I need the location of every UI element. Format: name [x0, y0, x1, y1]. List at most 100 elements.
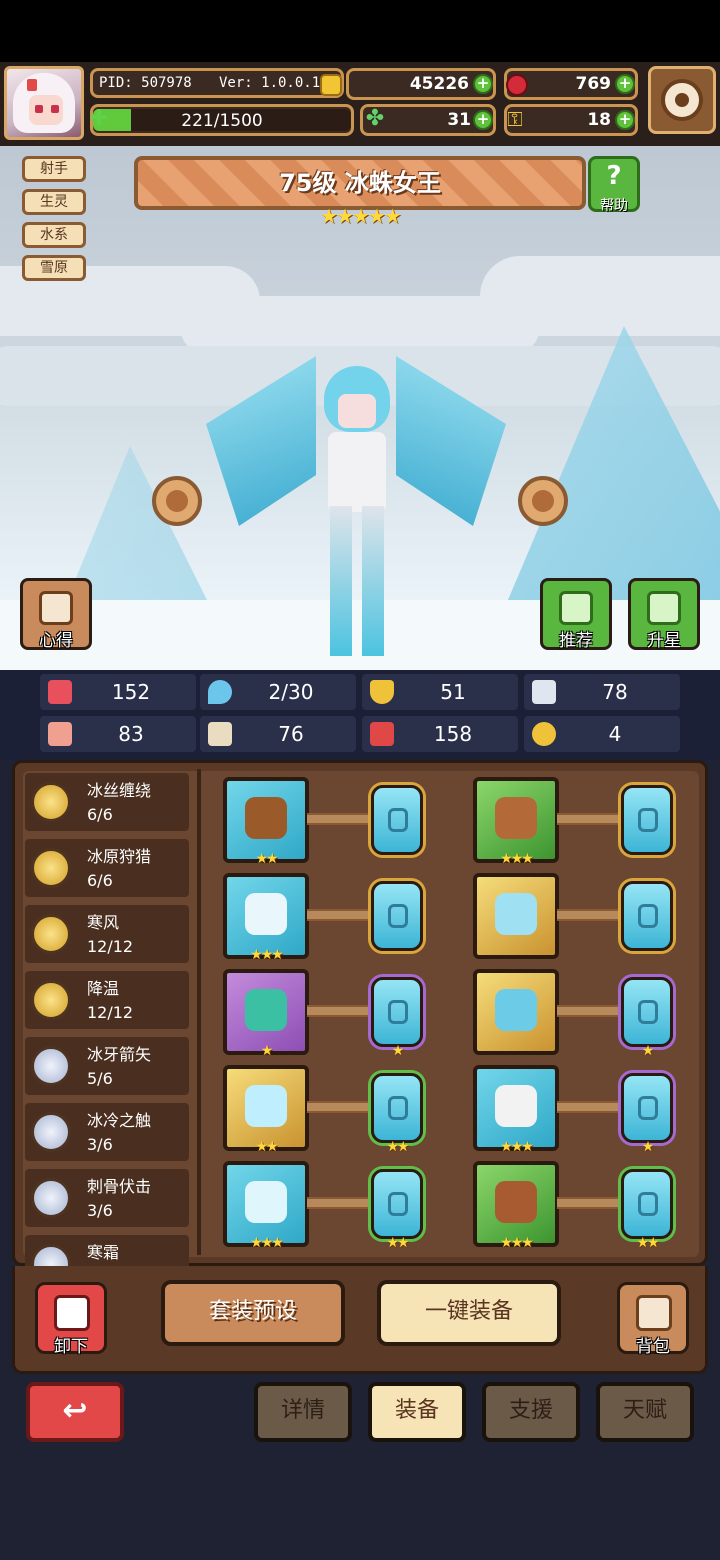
- stat-attack-value: 83: [118, 722, 144, 746]
- thumbs-up-icon: [559, 591, 593, 625]
- recommend-button[interactable]: 推荐: [540, 578, 612, 651]
- recommend-label: 推荐: [559, 631, 593, 651]
- slot-connector: [307, 1005, 371, 1017]
- set-name: 冰牙箭矢: [87, 1045, 152, 1064]
- scroll-icon: [39, 591, 73, 625]
- xp-level-icon: ✚: [89, 106, 109, 131]
- rune-glyph-icon: [638, 1000, 658, 1024]
- add-key-button[interactable]: +: [615, 110, 635, 130]
- set-row[interactable]: 冰冷之触 3/6: [25, 1103, 189, 1161]
- tab-talent[interactable]: 天赋: [596, 1382, 694, 1442]
- gear-icon: [661, 79, 703, 121]
- rune-slot-left-0[interactable]: [371, 785, 423, 855]
- gold-panel: 45226 +: [346, 68, 496, 100]
- player-avatar[interactable]: [4, 66, 84, 140]
- set-row[interactable]: 降温 12/12: [25, 971, 189, 1029]
- back-button[interactable]: ↩: [26, 1382, 124, 1442]
- rune-slot-right-0[interactable]: [621, 785, 673, 855]
- resource-header: PID: 507978 Ver: 1.0.0.10 221/1500 ✚ 452…: [0, 62, 720, 146]
- stats-panel: 152 2/30 51 78 83 76 158 4: [0, 670, 720, 760]
- clover-value: 31: [447, 110, 471, 130]
- slot-connector: [557, 1005, 621, 1017]
- wing-icon: [532, 680, 556, 704]
- tab-support[interactable]: 支援: [482, 1382, 580, 1442]
- hero-star-rating: ★★★★★: [320, 204, 402, 228]
- hero-title: 75级 冰蛛女王: [279, 169, 441, 197]
- slot-connector: [557, 1197, 621, 1209]
- set-count: 6/6: [87, 805, 113, 824]
- set-count: 5/6: [87, 1069, 113, 1088]
- set-count: 3/6: [87, 1135, 113, 1154]
- set-row[interactable]: 刺骨伏击 3/6: [25, 1169, 189, 1227]
- down-arrow-icon: [54, 1295, 90, 1331]
- tab-equipment[interactable]: 装备: [368, 1382, 466, 1442]
- glove-icon: [495, 989, 537, 1031]
- stat-luck: 4: [524, 716, 680, 752]
- belt-icon: [495, 1085, 537, 1127]
- rune-glyph-icon: [638, 1096, 658, 1120]
- set-count: 12/12: [87, 1003, 134, 1022]
- set-bonus-list[interactable]: 冰丝缠绕 6/6 冰原狩猎 6/6 寒风 12/12 降温 12/12 冰牙箭矢…: [25, 773, 189, 1267]
- key-value: 18: [587, 110, 611, 130]
- player-id: PID: 507978: [99, 75, 192, 91]
- slot-star-rating: ★★★: [500, 1139, 534, 1155]
- star-up-label: 升星: [647, 631, 681, 651]
- stat-hp-value: 152: [111, 680, 151, 704]
- rune-star-rating: ★: [641, 1043, 655, 1059]
- rune-glyph-icon: [388, 1000, 408, 1024]
- set-row[interactable]: 冰原狩猎 6/6: [25, 839, 189, 897]
- unequip-button[interactable]: 卸下: [35, 1282, 107, 1357]
- slot-connector: [307, 813, 371, 825]
- set-name: 降温: [87, 979, 120, 998]
- rune-glyph-icon: [388, 904, 408, 928]
- slot-connector: [307, 909, 371, 921]
- rune-glyph-icon: [638, 904, 658, 928]
- settings-button[interactable]: [648, 66, 716, 134]
- gold-coin-icon: [320, 74, 342, 96]
- notes-label: 心得: [39, 631, 73, 651]
- prev-hero-button[interactable]: [152, 476, 202, 526]
- stat-magic-value: 158: [433, 722, 473, 746]
- set-row[interactable]: 冰丝缠绕 6/6: [25, 773, 189, 831]
- rune-slot-left-1[interactable]: [371, 881, 423, 951]
- gem-value: 769: [575, 74, 612, 94]
- tag-region: 雪原: [22, 255, 86, 281]
- silver-medal-icon: [31, 1112, 71, 1152]
- set-row[interactable]: 冰牙箭矢 5/6: [25, 1037, 189, 1095]
- notes-button[interactable]: 心得: [20, 578, 92, 651]
- horseshoe-icon: [532, 722, 556, 746]
- drop-icon: [208, 680, 232, 704]
- add-gold-button[interactable]: +: [473, 74, 493, 94]
- help-button[interactable]: ? 帮助: [588, 156, 640, 214]
- ice-crystal-icon: [245, 1085, 287, 1127]
- rune-slot-left-4[interactable]: [371, 1169, 423, 1239]
- set-row[interactable]: 寒霜: [25, 1235, 189, 1267]
- gold-value: 45226: [409, 74, 469, 94]
- rune-slot-left-2[interactable]: [371, 977, 423, 1047]
- silver-medal-icon: [31, 1046, 71, 1086]
- rune-slot-left-3[interactable]: [371, 1073, 423, 1143]
- help-label: 帮助: [600, 198, 628, 214]
- rune-star-rating: [621, 947, 673, 965]
- rune-slot-right-1[interactable]: [621, 881, 673, 951]
- slot-connector: [557, 813, 621, 825]
- preset-button[interactable]: 套装预设: [161, 1280, 345, 1346]
- rune-slot-right-4[interactable]: [621, 1169, 673, 1239]
- stat-luck-value: 4: [608, 722, 622, 746]
- add-gem-button[interactable]: +: [615, 74, 635, 94]
- tab-details[interactable]: 详情: [254, 1382, 352, 1442]
- star-icon: [647, 591, 681, 625]
- next-hero-button[interactable]: [518, 476, 568, 526]
- gold-medal-icon: [31, 782, 71, 822]
- rune-slot-right-2[interactable]: [621, 977, 673, 1047]
- star-up-button[interactable]: 升星: [628, 578, 700, 651]
- red-gem-icon: [506, 74, 528, 96]
- slot-connector: [557, 1101, 621, 1113]
- rune-slot-right-3[interactable]: [621, 1073, 673, 1143]
- add-clover-button[interactable]: +: [473, 110, 493, 130]
- set-row[interactable]: 寒风 12/12: [25, 905, 189, 963]
- hero-sprite: [196, 336, 516, 666]
- right-arrow-icon: [532, 490, 554, 512]
- auto-equip-button[interactable]: 一键装备: [377, 1280, 561, 1346]
- bag-button[interactable]: 背包: [617, 1282, 689, 1357]
